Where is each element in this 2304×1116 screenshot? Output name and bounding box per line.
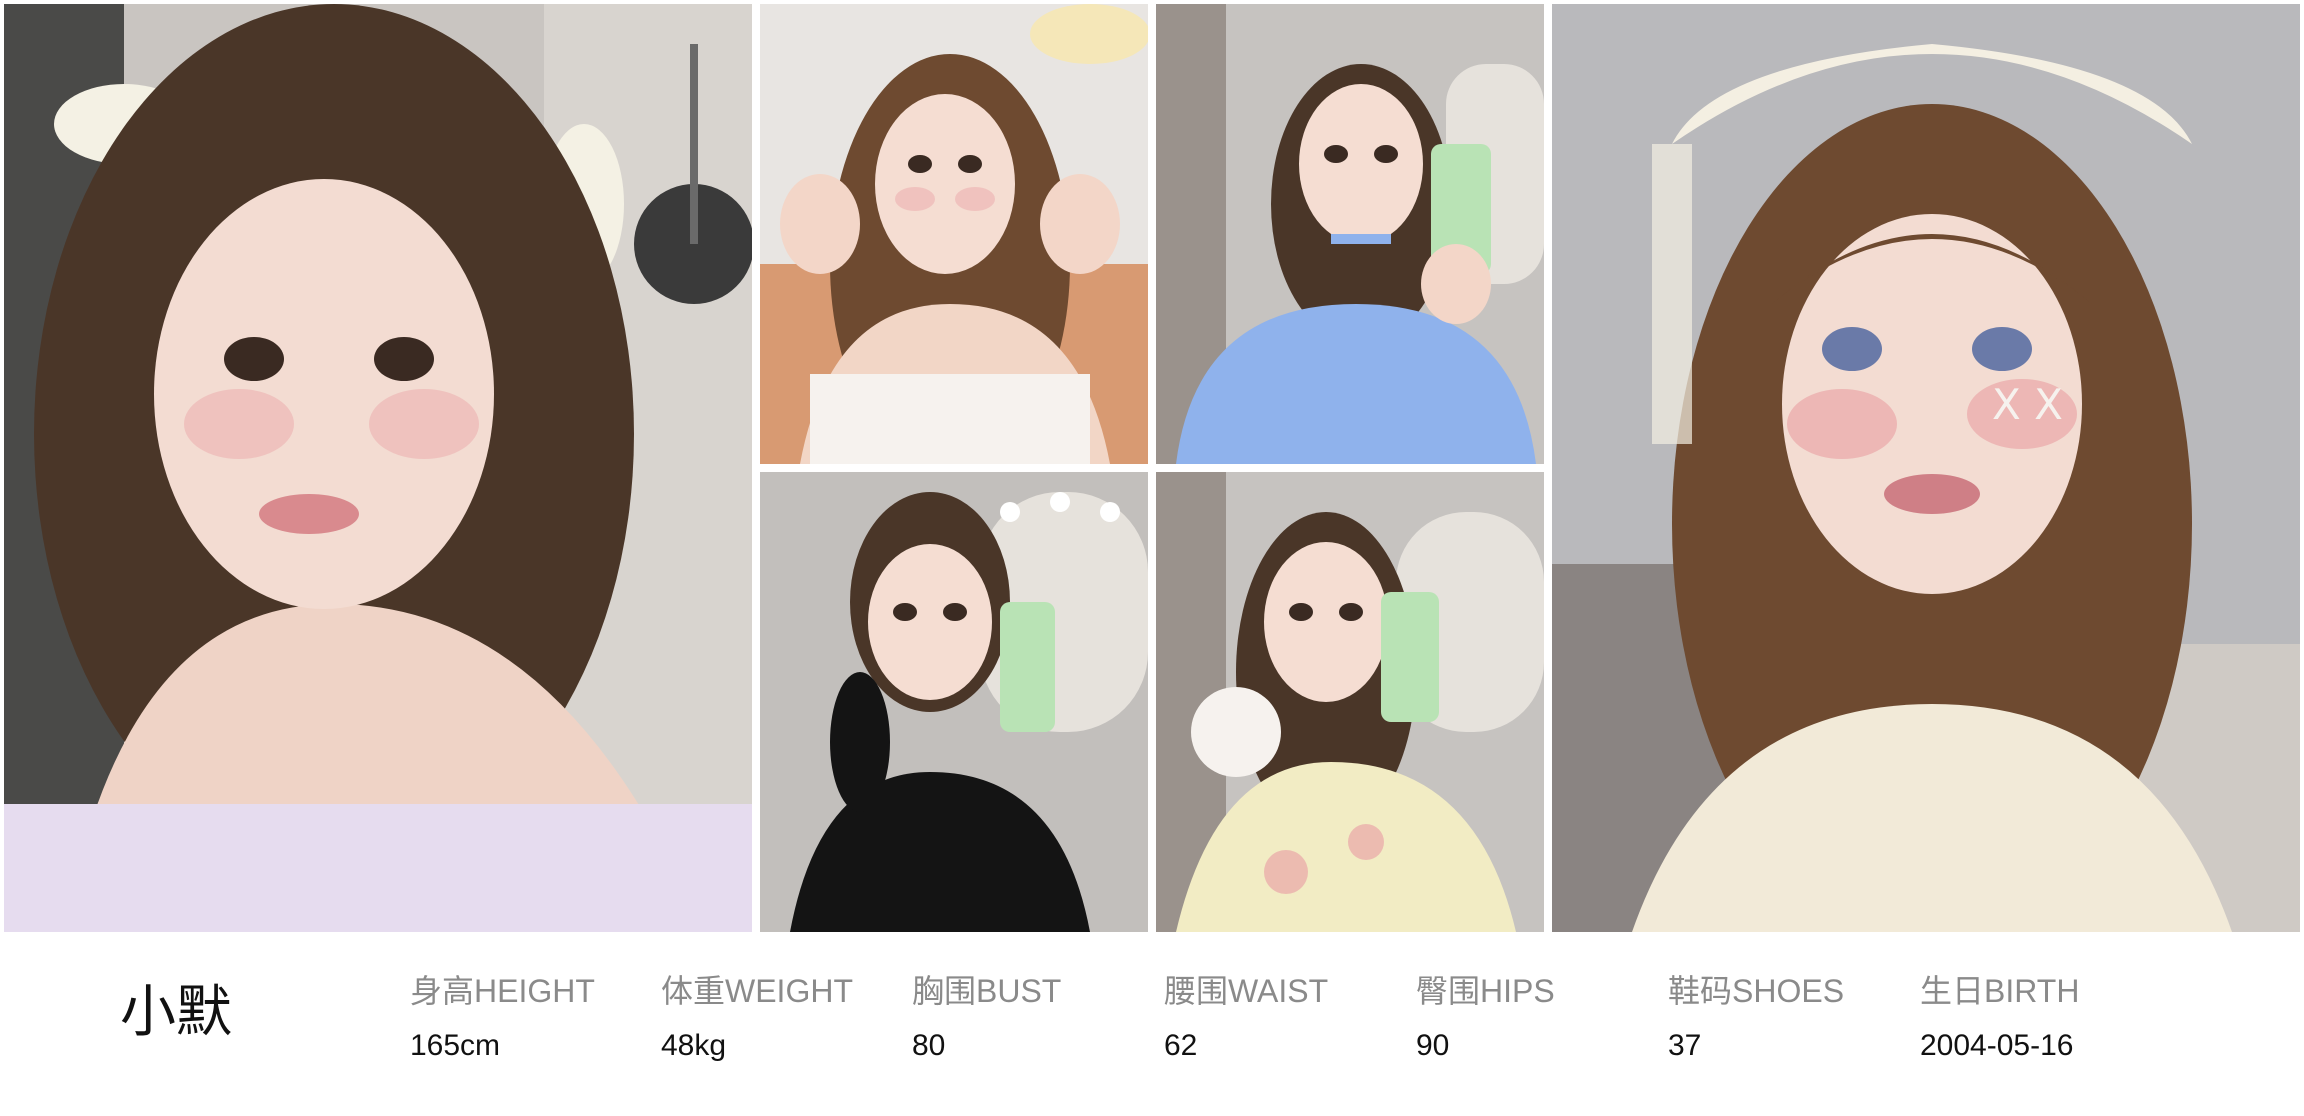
stat-label: 体重WEIGHT [661,973,853,1009]
stat-weight: 体重WEIGHT 48kg [661,975,901,1061]
stat-label: 腰围WAIST [1164,973,1329,1009]
stat-value: 37 [1668,1029,1702,1062]
stat-label: 胸围BUST [912,973,1062,1009]
stat-shoes: 鞋码SHOES 37 [1668,975,1908,1061]
stat-value: 2004-05-16 [1920,1029,2074,1062]
photo-floral-dress-selfie [1156,472,1544,932]
stat-hips: 臀围HIPS 90 [1416,975,1656,1061]
stat-birth: 生日BIRTH 2004-05-16 [1920,975,2160,1061]
stat-bust: 胸围BUST 80 [912,975,1152,1061]
stat-value: 48kg [661,1029,727,1062]
model-name: 小默 [120,980,232,1045]
photo-white-camisole [760,4,1148,464]
stat-value: 165cm [410,1029,501,1062]
stat-value: 90 [1416,1029,1450,1062]
photo-curly-hair-bonnet: X X [1552,4,2300,932]
stat-label: 臀围HIPS [1416,973,1555,1009]
photo-portrait-lavender-dress [4,4,752,932]
stat-waist: 腰围WAIST 62 [1164,975,1404,1061]
photo-blue-dress-selfie [1156,4,1544,464]
stat-label: 鞋码SHOES [1668,973,1845,1009]
stat-height: 身高HEIGHT 165cm [410,975,650,1061]
svg-text:X X: X X [1992,380,2063,429]
stat-value: 62 [1164,1029,1198,1062]
photo-black-dress-selfie [760,472,1148,932]
stat-label: 生日BIRTH [1920,973,2080,1009]
stat-value: 80 [912,1029,946,1062]
stat-label: 身高HEIGHT [410,973,595,1009]
